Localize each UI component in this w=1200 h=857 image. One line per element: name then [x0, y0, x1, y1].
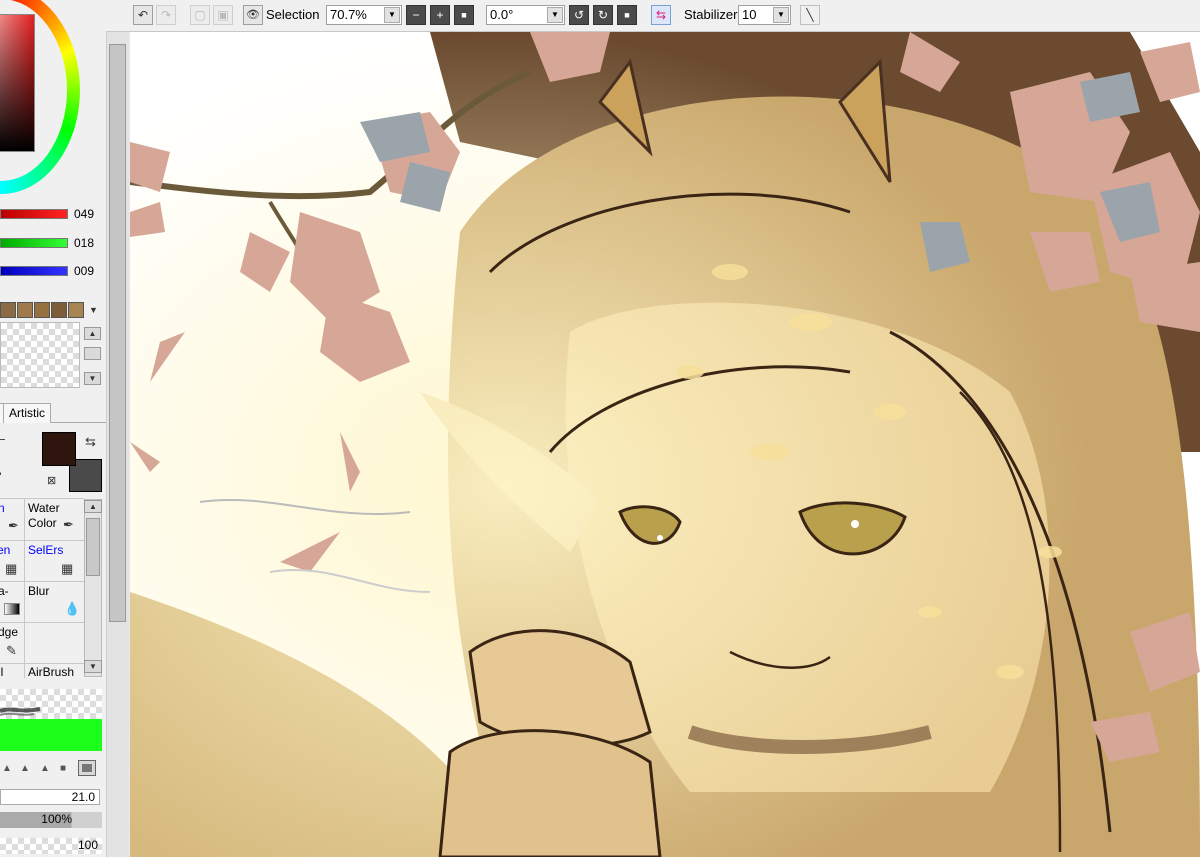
rotate-right-icon[interactable]: ↻ [593, 5, 613, 25]
stabilizer-label: Stabilizer [684, 7, 738, 22]
red-slider[interactable] [0, 209, 68, 219]
tool-airbrush[interactable]: AirBrush [28, 665, 74, 680]
rotation-value: 0.0° [490, 7, 514, 22]
tab-artistic[interactable]: Artistic [3, 403, 51, 423]
swatch-dropdown-icon[interactable]: ▼ [89, 305, 98, 315]
tool-grid-divider [24, 498, 25, 678]
smudge-icon: ✎ [6, 643, 17, 658]
scratchpad-up-icon[interactable]: ▲ [84, 327, 101, 340]
tool-grid-line [0, 622, 84, 623]
shape-1-icon[interactable]: ▲ [2, 763, 12, 774]
tool-grid-line [0, 498, 84, 499]
color-swatches [0, 302, 85, 319]
undo-icon[interactable]: ↶ [133, 5, 153, 25]
blur-drop-icon: 💧 [64, 601, 81, 616]
drawing-canvas[interactable] [130, 32, 1200, 857]
rotation-field[interactable]: 0.0° ▼ [486, 5, 565, 25]
tool-grid-line [0, 581, 84, 582]
pen-tool-icon[interactable]: ⌐ [0, 432, 6, 447]
redo-icon[interactable]: ↷ [156, 5, 176, 25]
rotation-reset-icon[interactable]: ■ [617, 5, 637, 25]
left-panel: 049 018 009 ▼ ▲ ▼ Artistic ⌐ • ⇆ ⊠ n ✒ W… [0, 0, 106, 857]
top-toolbar: ↶ ↷ ▢ ▣ 👁 Selection 70.7% ▼ − + ■ 0.0° ▼… [106, 0, 1200, 32]
panel-scrollbar[interactable]: ▲ [106, 0, 129, 857]
zoom-in-icon[interactable]: + [430, 5, 450, 25]
invert-selection-icon[interactable]: ▣ [213, 5, 233, 25]
tool-scroll-up-icon[interactable]: ▲ [84, 500, 102, 513]
panel-scrollbar-thumb[interactable] [109, 44, 126, 622]
green-slider-row: 018 [0, 236, 106, 250]
selers-icon: ▦ [61, 561, 74, 576]
density-value: 100 [77, 838, 98, 852]
brush-size-field[interactable]: 21.0 [0, 789, 100, 805]
blue-value[interactable]: 009 [74, 264, 94, 278]
tool-scroll-down-icon[interactable]: ▼ [84, 660, 102, 673]
tool-pencil[interactable]: il [0, 665, 3, 680]
green-value[interactable]: 018 [74, 236, 94, 250]
swap-colors-icon[interactable]: ⇆ [85, 434, 96, 450]
shape-5-selected[interactable] [78, 760, 96, 776]
color-swatch[interactable] [68, 302, 84, 318]
opacity-slider[interactable]: 100% [0, 812, 102, 828]
red-slider-row: 049 [0, 207, 106, 221]
rotate-left-icon[interactable]: ↺ [569, 5, 589, 25]
transparent-color-icon[interactable]: ⊠ [47, 474, 56, 487]
selpen-icon: ▦ [5, 561, 18, 576]
rotation-dropdown-icon[interactable]: ▼ [547, 7, 563, 23]
tool-blur[interactable]: Blur [28, 584, 49, 599]
tool-watercolor[interactable]: Water Color [28, 501, 60, 531]
eye-icon[interactable]: 👁 [243, 5, 263, 25]
shape-4-icon[interactable]: ■ [60, 763, 66, 774]
tool-selpen[interactable]: en [0, 543, 10, 558]
stabilizer-dropdown-icon[interactable]: ▼ [773, 7, 789, 23]
tool-smudge[interactable]: dge [0, 625, 18, 640]
shape-2-icon[interactable]: ▲ [20, 763, 30, 774]
tool-grid-line [0, 540, 84, 541]
tool-watercolor-label2: Color [28, 516, 57, 530]
tool-pen[interactable]: n [0, 501, 5, 516]
scratchpad-middle-button[interactable] [84, 347, 101, 360]
deselect-icon[interactable]: ▢ [190, 5, 210, 25]
tool-watercolor-label1: Water [28, 501, 60, 515]
primary-color[interactable] [42, 432, 76, 466]
red-value[interactable]: 049 [74, 207, 94, 221]
gradient-icon [4, 603, 20, 615]
flip-horizontal-icon[interactable]: ⇆ [651, 5, 671, 25]
blue-slider-row: 009 [0, 264, 106, 278]
artwork [130, 32, 1200, 857]
brush-preview [0, 689, 102, 719]
shape-3-icon[interactable]: ▲ [40, 763, 50, 774]
stabilizer-value: 10 [742, 7, 757, 22]
zoom-dropdown-icon[interactable]: ▼ [384, 7, 400, 23]
blue-slider[interactable] [0, 266, 68, 276]
saturation-value-box[interactable] [0, 14, 35, 152]
color-swatch[interactable] [34, 302, 50, 318]
zoom-field[interactable]: 70.7% ▼ [326, 5, 402, 25]
tool-selers[interactable]: SelErs [28, 543, 63, 558]
color-swatch[interactable] [17, 302, 33, 318]
tool-eraser[interactable]: a- [0, 584, 9, 599]
brush-color-bar [0, 719, 102, 751]
straight-line-icon[interactable]: ╲ [800, 5, 820, 25]
scratchpad-down-icon[interactable]: ▼ [84, 372, 101, 385]
dot-tool-icon[interactable]: • [0, 466, 2, 481]
stabilizer-field[interactable]: 10 ▼ [738, 5, 791, 25]
selection-label: Selection [266, 7, 320, 22]
scratchpad[interactable] [0, 322, 80, 388]
tool-scrollbar-thumb[interactable] [86, 518, 100, 576]
tool-grid-line [0, 663, 84, 664]
watercolor-brush-icon: ✒ [63, 517, 74, 532]
brush-shape-selector: ▲ ▲ ▲ ■ [0, 759, 102, 777]
color-swatch[interactable] [51, 302, 67, 318]
density-slider[interactable]: 100 [0, 838, 102, 854]
zoom-reset-icon[interactable]: ■ [454, 5, 474, 25]
green-slider[interactable] [0, 238, 68, 248]
tool-scrollbar[interactable] [84, 499, 102, 677]
color-swatch[interactable] [0, 302, 16, 318]
pen-brush-icon: ✒ [8, 518, 19, 533]
zoom-value: 70.7% [330, 7, 367, 22]
zoom-out-icon[interactable]: − [406, 5, 426, 25]
brush-stroke-preview [0, 707, 41, 716]
